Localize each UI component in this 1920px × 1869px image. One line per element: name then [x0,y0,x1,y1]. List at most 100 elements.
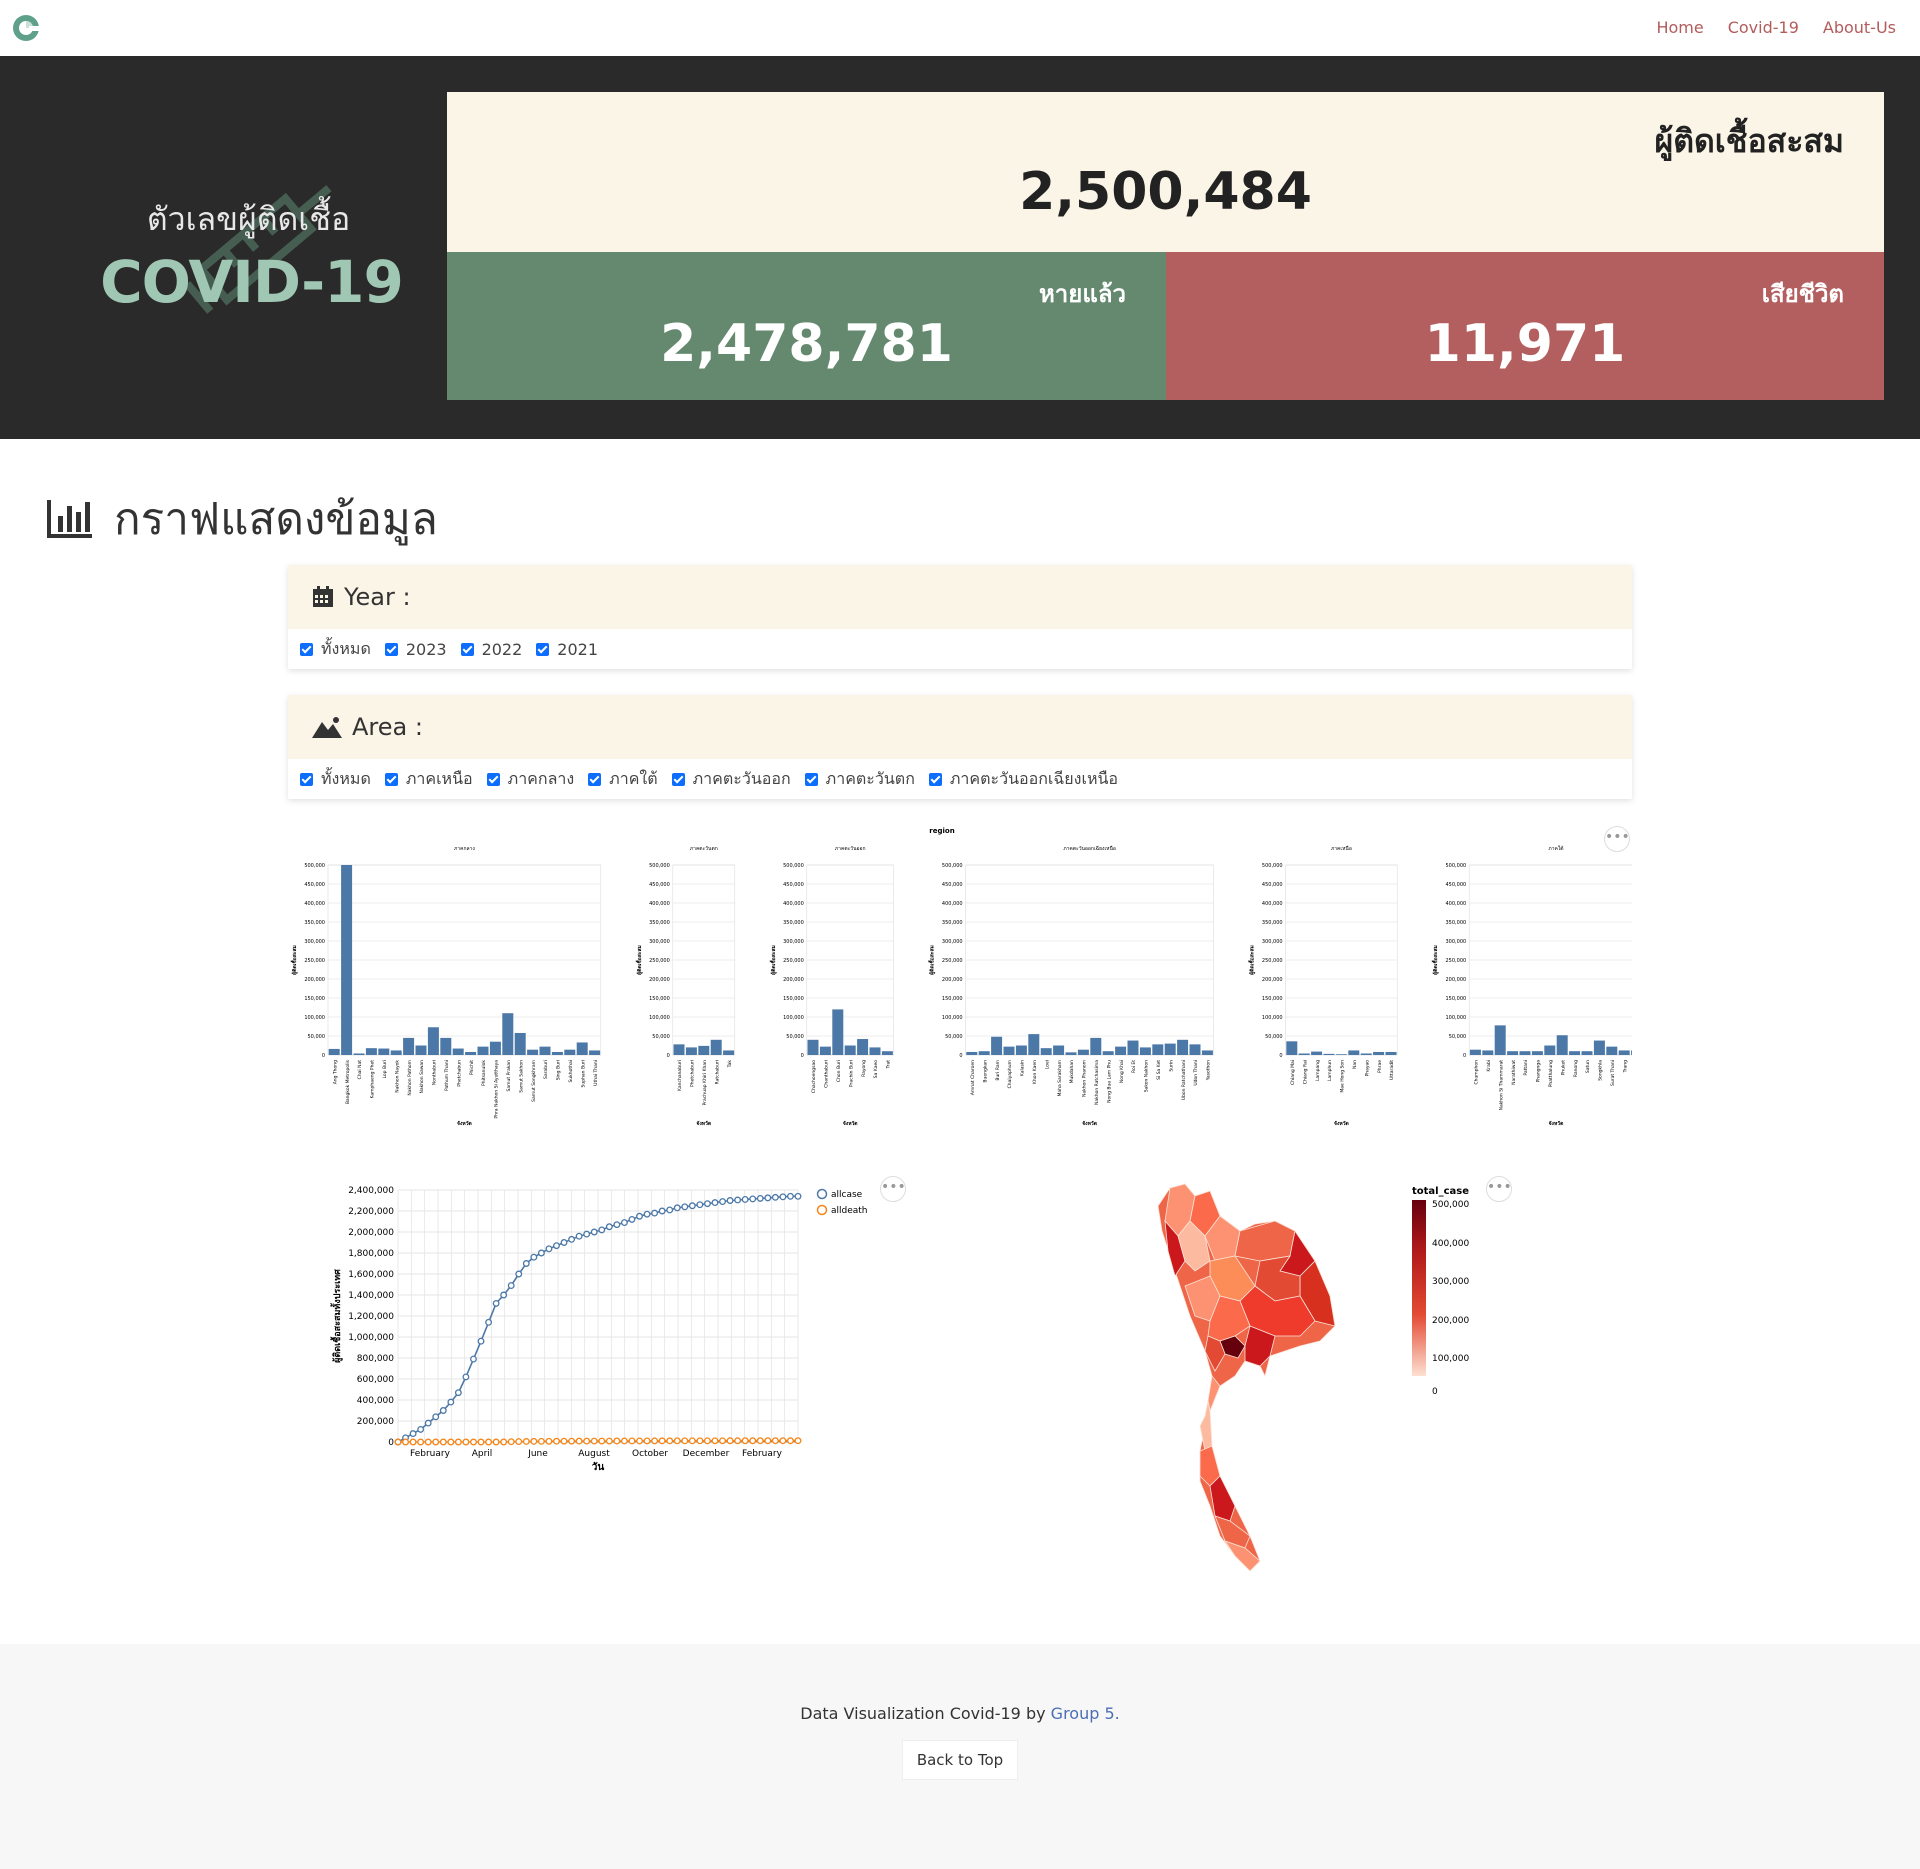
bar [1286,1041,1298,1055]
x-tick-label: Nakhon Ratchasima [1094,1060,1100,1105]
checkbox-checked-icon[interactable] [384,642,398,656]
data-point [756,1194,764,1202]
chart-actions-menu-button[interactable]: ••• [880,1176,906,1202]
data-point [696,1437,704,1445]
bar [685,1047,697,1055]
bar [1189,1044,1201,1055]
area-option-label: ภาคตะวันออก [692,768,791,788]
area-option-south[interactable]: ภาคใต้ [588,767,658,792]
x-tick-label: Chiang Mai [1290,1060,1296,1085]
chart-actions-menu-button[interactable]: ••• [1604,826,1630,852]
x-tick-label: Sa Kaeo [873,1060,879,1078]
x-tick-label: Nakhon Si Thammarat [1498,1060,1504,1111]
area-option-all[interactable]: ทั้งหมด [300,767,371,792]
year-option-2023[interactable]: 2023 [384,639,447,659]
logo-icon[interactable] [12,14,40,42]
year-option-2021[interactable]: 2021 [536,640,598,659]
checkbox-checked-icon[interactable] [300,772,313,786]
chart-actions-menu-button[interactable]: ••• [1486,1176,1512,1202]
x-tick-label: Roi Et [1131,1060,1137,1073]
map-legend-tick: 200,000 [1432,1316,1469,1326]
data-point [530,1437,538,1445]
back-to-top-button[interactable]: Back to Top [902,1740,1018,1780]
y-tick-label: 600,000 [357,1375,394,1385]
checkbox-checked-icon[interactable] [460,642,474,656]
data-point [545,1245,553,1253]
x-tick-label: Surin [1168,1060,1174,1072]
data-point [553,1437,560,1445]
x-tick-label: Ratchaburi [714,1060,720,1084]
map-provinces[interactable] [1157,1183,1336,1572]
bar [427,1027,439,1055]
recovered-label: หายแล้ว [1038,280,1126,308]
checkbox-checked-icon[interactable] [804,772,818,786]
legend-label: allcase [831,1190,863,1200]
y-tick-label: 2,200,000 [348,1207,394,1217]
nav-about-link[interactable]: About-Us [1823,18,1896,37]
data-point [560,1437,568,1445]
section-title: กราฟแสดงข้อมูล [114,494,438,545]
area-option-north[interactable]: ภาคเหนือ [384,767,473,792]
bar [966,1051,978,1055]
year-option-label: 2021 [557,639,598,659]
y-tick-label: 400,000 [942,901,963,907]
x-tick-label: Buengkan [982,1060,988,1083]
bar [723,1050,735,1055]
year-option-2022[interactable]: 2022 [460,640,522,659]
data-point [794,1437,802,1445]
data-point [432,1413,440,1421]
map-legend-tick: 400,000 [1432,1239,1469,1249]
area-option-central[interactable]: ภาคกลาง [486,767,574,792]
deaths-label: เสียชีวิต [1761,280,1844,308]
x-tick-label: Nonthaburi [432,1060,438,1085]
bar [440,1037,452,1055]
bar [341,865,353,1055]
y-tick-label: 350,000 [783,920,804,926]
data-point [628,1215,636,1223]
group-link[interactable]: Group 5. [1051,1704,1120,1723]
y-tick-label: 2,000,000 [348,1228,394,1238]
checkbox-checked-icon[interactable] [384,772,398,786]
x-tick-label: Uthai Thani [593,1060,599,1086]
y-tick-label: 250,000 [1446,958,1467,964]
bar [1077,1049,1089,1055]
year-option-label: 2023 [405,639,447,659]
checkbox-checked-icon[interactable] [588,772,602,786]
area-filter-label: Area : [352,713,423,741]
y-tick-label: 450,000 [942,882,963,888]
nav-home-link[interactable]: Home [1656,18,1703,37]
checkbox-checked-icon[interactable] [486,772,500,786]
y-axis-label: ผู้ติดเชื้อสะสม [1430,945,1440,975]
bar [452,1048,464,1055]
nav-links: Home Covid-19 About-Us [1656,18,1896,37]
regional-bar-chart: region ภาคกลาง 0 50,000 100,000 150,000 200,00… [288,820,1644,1150]
area-option-east[interactable]: ภาคตะวันออก [671,767,791,792]
y-tick-label: 1,800,000 [348,1249,394,1259]
x-tick-label: Sakon Nakhon [1144,1060,1150,1092]
checkbox-checked-icon[interactable] [928,772,942,786]
footer-credit-text: Data Visualization Covid-19 [800,1704,1021,1723]
y-tick-label: 450,000 [1446,882,1467,888]
hero-title: COVID-19 [100,248,404,316]
map-legend-title: total_case [1412,1186,1469,1197]
year-option-all[interactable]: ทั้งหมด [300,637,371,662]
nav-covid-link[interactable]: Covid-19 [1728,18,1799,37]
bar [1618,1050,1630,1055]
y-tick-label: 250,000 [783,958,804,964]
bar [1581,1051,1593,1055]
hero-branding: ตัวเลขผู้ติดเชื้อ COVID-19 [0,56,447,439]
y-tick-label: 150,000 [649,996,670,1002]
recovered-value: 2,478,781 [660,314,953,374]
area-option-west[interactable]: ภาคตะวันตก [804,767,915,792]
bar [698,1045,710,1055]
bar [465,1051,477,1055]
area-option-northeast[interactable]: ภาคตะวันออกเฉียงเหนือ [928,767,1118,792]
y-tick-label: 0 [388,1438,394,1448]
y-tick-label: 450,000 [1262,882,1283,888]
checkbox-checked-icon[interactable] [536,642,550,656]
x-tick-label: Prachin Buri [848,1060,854,1087]
year-filter-options: ทั้งหมด 2023 2022 2021 [288,629,1632,669]
checkbox-checked-icon[interactable] [671,772,685,786]
data-point [658,1207,666,1215]
checkbox-checked-icon[interactable] [300,642,313,656]
